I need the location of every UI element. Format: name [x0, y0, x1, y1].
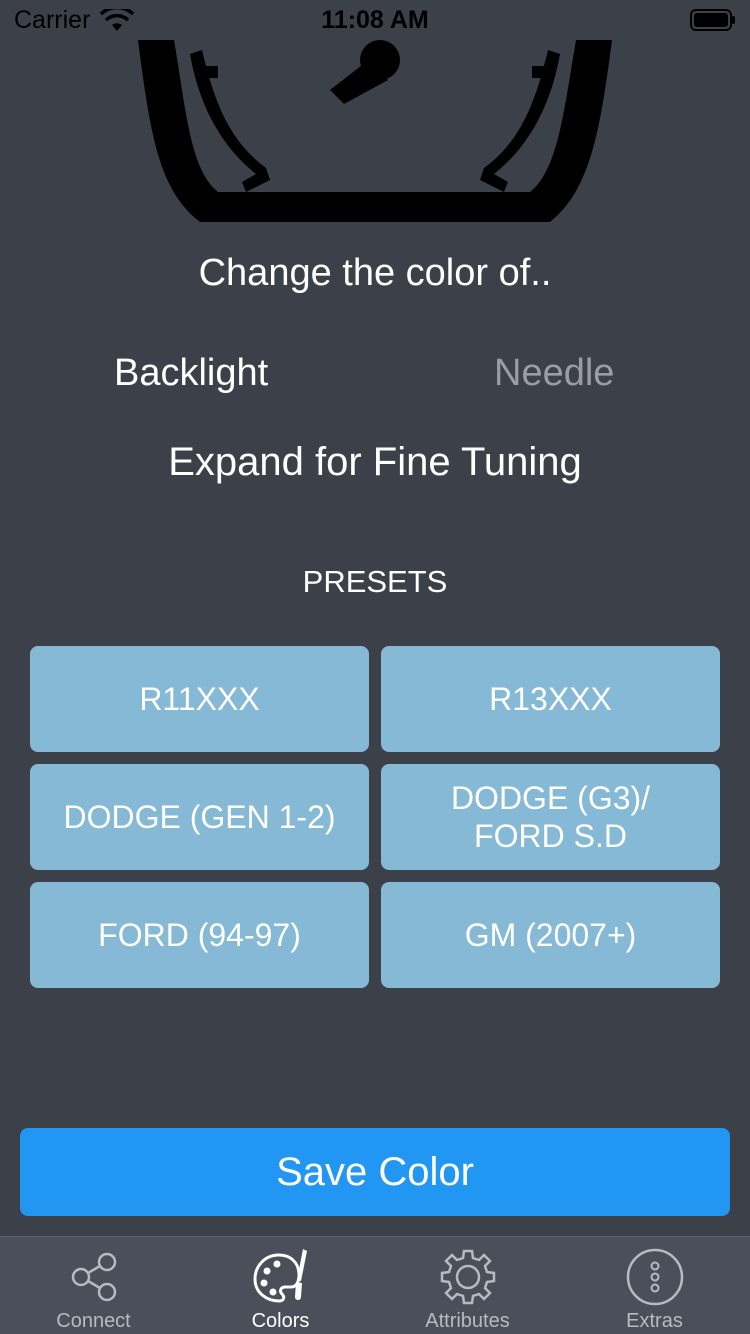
preset-r11xxx-button[interactable]: R11XXX	[30, 646, 369, 752]
status-bar: Carrier 11:08 AM	[0, 0, 750, 40]
preset-r13xxx-button[interactable]: R13XXX	[381, 646, 720, 752]
preset-ford-9497-button[interactable]: FORD (94-97)	[30, 882, 369, 988]
gear-icon	[440, 1249, 495, 1305]
tab-colors-label: Colors	[251, 1310, 310, 1332]
status-time: 11:08 AM	[321, 6, 429, 34]
change-color-title: Change the color of..	[198, 252, 552, 294]
tab-bar: Connect Colors Attributes Extras	[0, 1236, 750, 1334]
save-color-button[interactable]: Save Color	[20, 1128, 730, 1216]
tab-attributes-label: Attributes	[425, 1310, 510, 1332]
expand-fine-tuning-toggle[interactable]: Expand for Fine Tuning	[0, 440, 750, 485]
gauge-illustration	[138, 40, 612, 222]
segment-needle[interactable]: Needle	[494, 352, 614, 395]
tab-colors[interactable]: Colors	[187, 1237, 374, 1334]
more-icon	[626, 1248, 683, 1306]
tab-connect-label: Connect	[56, 1310, 131, 1332]
preset-gm-2007-button[interactable]: GM (2007+)	[381, 882, 720, 988]
app-screen: Carrier 11:08 AM Change the color of.. B…	[0, 0, 750, 1334]
palette-icon	[252, 1249, 307, 1303]
segment-backlight[interactable]: Backlight	[114, 352, 268, 395]
battery-icon	[690, 9, 735, 31]
presets-heading: PRESETS	[302, 564, 448, 599]
preset-dodge-gen12-button[interactable]: DODGE (GEN 1-2)	[30, 764, 369, 870]
tab-connect[interactable]: Connect	[0, 1237, 187, 1334]
share-icon	[71, 1252, 116, 1302]
preset-dodge-g3-ford-sd-button[interactable]: DODGE (G3)/ FORD S.D	[381, 764, 720, 870]
tab-attributes[interactable]: Attributes	[374, 1237, 561, 1334]
tab-extras-label: Extras	[626, 1310, 683, 1332]
tab-extras[interactable]: Extras	[561, 1237, 748, 1334]
